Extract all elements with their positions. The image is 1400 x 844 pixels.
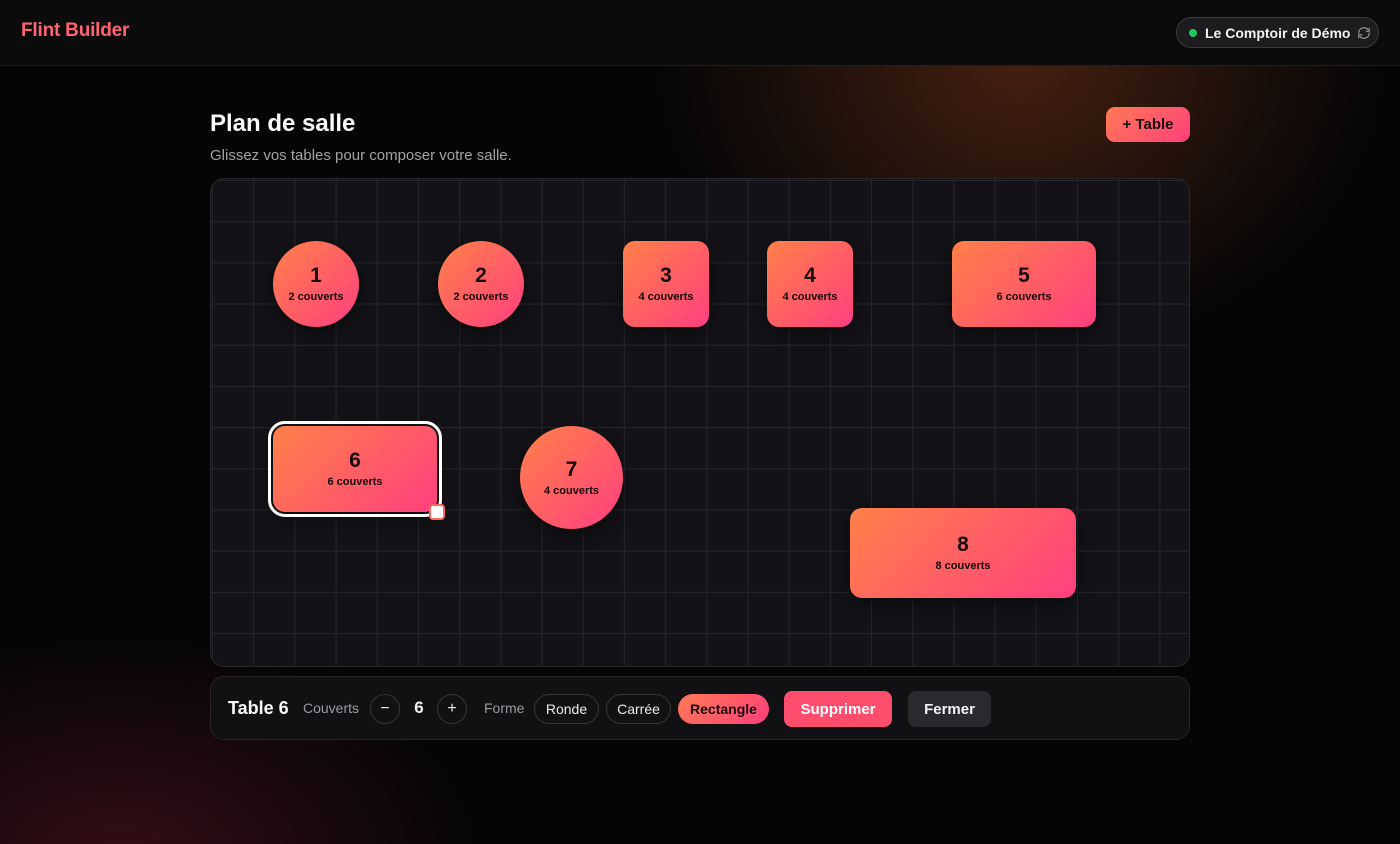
selected-table-title: Table 6 xyxy=(228,698,289,718)
table-number: 2 xyxy=(475,264,487,287)
resize-handle[interactable] xyxy=(429,504,445,520)
refresh-icon[interactable] xyxy=(1357,26,1371,40)
top-bar: Flint Builder Le Comptoir de Démo xyxy=(0,0,1400,66)
close-inspector-button[interactable]: Fermer xyxy=(908,691,991,727)
table-inspector: Table 6 Couverts − 6 + Forme Ronde Carré… xyxy=(210,676,1190,740)
table-1[interactable]: 1 2 couverts xyxy=(273,241,359,327)
table-6[interactable]: 6 6 couverts xyxy=(268,421,442,517)
floor-plan-canvas[interactable]: 1 2 couverts 2 2 couverts 3 4 couverts 4… xyxy=(210,178,1190,667)
status-online-icon xyxy=(1189,28,1197,37)
shape-label: Forme xyxy=(484,700,525,716)
table-seats: 6 couverts xyxy=(996,291,1052,303)
table-number: 3 xyxy=(660,264,672,287)
table-5[interactable]: 5 6 couverts xyxy=(952,241,1096,327)
table-seats: 2 couverts xyxy=(453,291,509,303)
seats-label: Couverts xyxy=(303,700,360,716)
shape-option-square[interactable]: Carrée xyxy=(606,694,671,724)
table-8[interactable]: 8 8 couverts xyxy=(850,508,1076,598)
shape-option-round[interactable]: Ronde xyxy=(534,694,599,724)
table-seats: 4 couverts xyxy=(782,291,838,303)
table-number: 8 xyxy=(957,533,969,556)
table-number: 1 xyxy=(310,264,322,287)
table-seats: 4 couverts xyxy=(638,291,694,303)
page-subtitle: Glissez vos tables pour composer votre s… xyxy=(210,147,512,164)
table-2[interactable]: 2 2 couverts xyxy=(438,241,524,327)
restaurant-name: Le Comptoir de Démo xyxy=(1205,24,1351,41)
delete-table-button[interactable]: Supprimer xyxy=(784,691,892,727)
brand-logo[interactable]: Flint Builder xyxy=(21,20,129,42)
table-number: 5 xyxy=(1018,264,1030,287)
table-4[interactable]: 4 4 couverts xyxy=(767,241,853,327)
table-3[interactable]: 3 4 couverts xyxy=(623,241,709,327)
restaurant-selector[interactable]: Le Comptoir de Démo xyxy=(1176,17,1379,48)
seats-increment-button[interactable]: + xyxy=(437,694,467,724)
add-table-button[interactable]: + Table xyxy=(1106,107,1190,142)
table-number: 6 xyxy=(349,449,361,472)
seats-value: 6 xyxy=(414,698,424,717)
shape-option-rectangle[interactable]: Rectangle xyxy=(678,694,769,724)
seats-decrement-button[interactable]: − xyxy=(370,694,400,724)
page-title: Plan de salle xyxy=(210,110,356,137)
table-7[interactable]: 7 4 couverts xyxy=(520,426,623,529)
table-seats: 2 couverts xyxy=(288,291,344,303)
table-seats: 4 couverts xyxy=(543,484,600,497)
table-seats: 6 couverts xyxy=(327,476,383,488)
table-number: 7 xyxy=(565,457,578,481)
table-number: 4 xyxy=(804,264,816,287)
table-seats: 8 couverts xyxy=(935,560,991,572)
